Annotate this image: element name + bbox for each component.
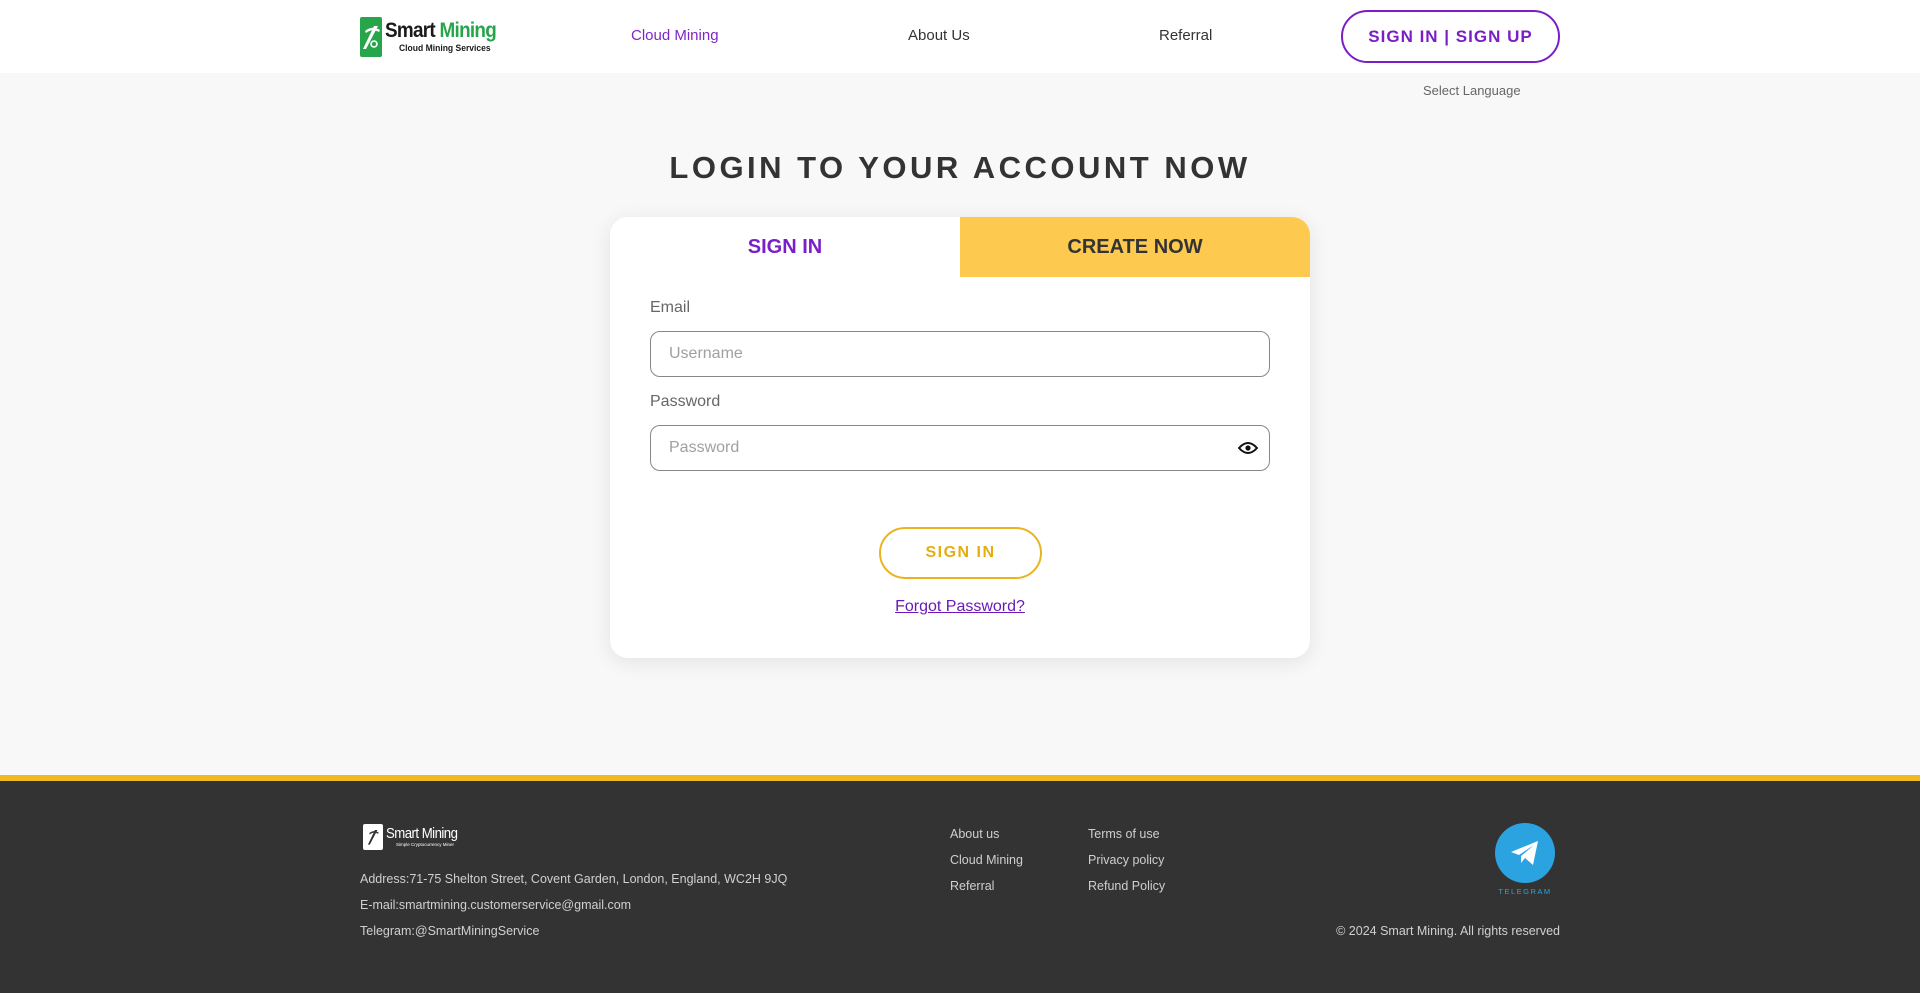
footer-link-cloud-mining[interactable]: Cloud Mining [950, 853, 1023, 867]
logo-word-smart: Smart [385, 19, 436, 43]
telegram-icon[interactable] [1495, 823, 1555, 883]
footer-email: E-mail:smartmining.customerservice@gmail… [360, 898, 632, 912]
footer-link-referral[interactable]: Referral [950, 879, 994, 893]
site-logo[interactable]: Smart Mining Cloud Mining Services [360, 17, 504, 57]
forgot-password-link[interactable]: Forgot Password? [895, 598, 1025, 615]
pickaxe-logo-icon [360, 17, 382, 57]
footer-address: Address:71-75 Shelton Street, Covent Gar… [360, 872, 788, 886]
footer-logo-text: Smart Mining Simple Cryptocurrency Miner [386, 826, 467, 848]
tab-create-now[interactable]: CREATE NOW [960, 217, 1310, 277]
logo-title: Smart Mining [385, 19, 497, 43]
tab-sign-in[interactable]: SIGN IN [610, 217, 960, 277]
footer-link-terms[interactable]: Terms of use [1088, 827, 1160, 841]
footer-logo-subtitle: Simple Cryptocurrency Miner [396, 842, 455, 848]
email-input[interactable] [650, 331, 1270, 377]
copyright: © 2024 Smart Mining. All rights reserved [1336, 924, 1560, 938]
login-card: SIGN IN CREATE NOW Email Password SIGN I… [610, 217, 1310, 658]
site-header: Smart Mining Cloud Mining Services Cloud… [0, 0, 1920, 73]
sign-in-submit-button[interactable]: SIGN IN [879, 527, 1042, 579]
pickaxe-logo-icon [363, 824, 383, 850]
footer-link-refund[interactable]: Refund Policy [1088, 879, 1165, 893]
site-footer: Smart Mining Simple Cryptocurrency Miner… [0, 781, 1920, 993]
footer-telegram: Telegram:@SmartMiningService [360, 924, 540, 938]
nav-referral[interactable]: Referral [1159, 27, 1212, 44]
footer-logo-title: Smart Mining [386, 825, 458, 843]
footer-logo[interactable]: Smart Mining Simple Cryptocurrency Miner [363, 823, 467, 851]
page-title: LOGIN TO YOUR ACCOUNT NOW [669, 150, 1251, 185]
password-input[interactable] [650, 425, 1270, 471]
forgot-password-wrapper: Forgot Password? [610, 598, 1310, 616]
sign-in-sign-up-button[interactable]: SIGN IN | SIGN UP [1341, 10, 1560, 63]
email-label: Email [650, 299, 691, 316]
telegram-icon-label: TELEGRAM [1498, 887, 1552, 896]
footer-link-privacy[interactable]: Privacy policy [1088, 853, 1164, 867]
logo-text: Smart Mining Cloud Mining Services [385, 20, 508, 54]
footer-link-about-us[interactable]: About us [950, 827, 999, 841]
logo-subtitle: Cloud Mining Services [399, 43, 491, 55]
password-label: Password [650, 393, 721, 410]
logo-word-mining: Mining [439, 19, 497, 43]
eye-icon[interactable] [1237, 438, 1259, 458]
nav-cloud-mining[interactable]: Cloud Mining [631, 27, 719, 44]
nav-about-us[interactable]: About Us [908, 27, 970, 44]
language-selector[interactable]: Select Language [1423, 83, 1521, 98]
